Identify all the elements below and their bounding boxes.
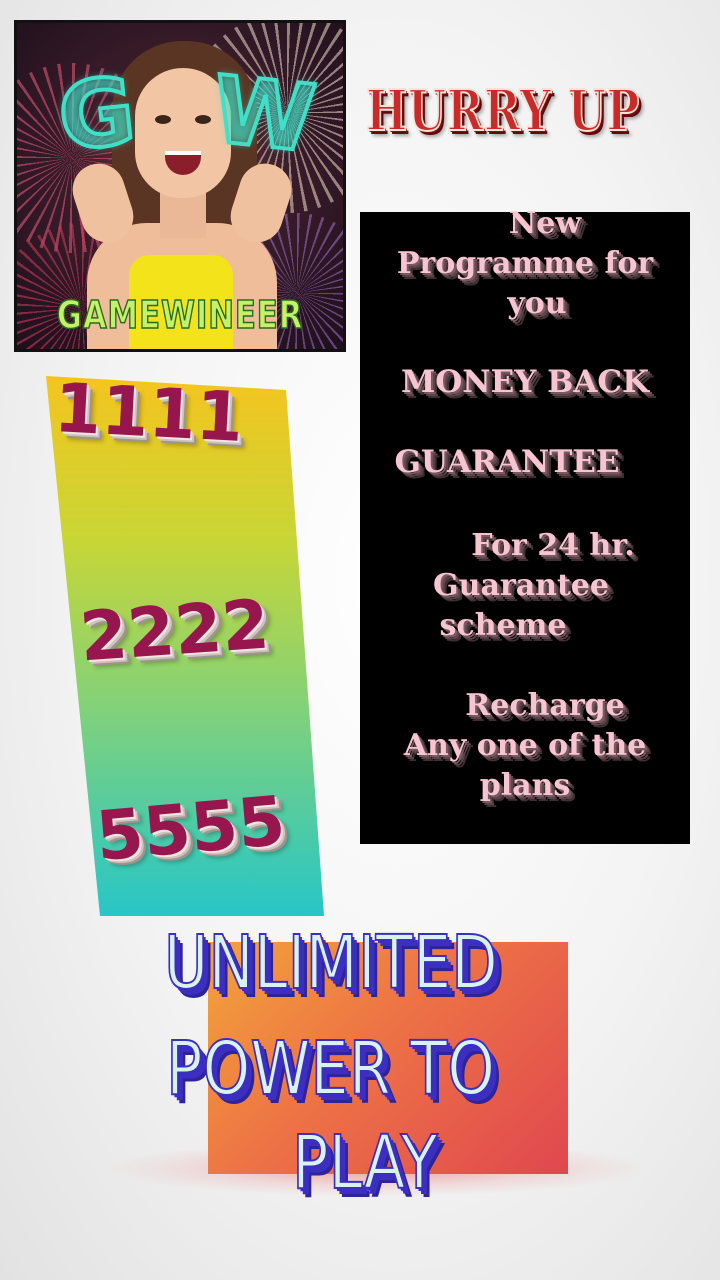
logo-letter-g: G <box>52 55 142 173</box>
person-eye <box>195 115 211 124</box>
brand-name: GAMEWINEER <box>56 292 304 338</box>
info-line: scheme <box>439 608 567 643</box>
info-line: Guarantee <box>433 568 609 603</box>
plan-number: 1111 <box>52 369 246 458</box>
banner-line: PLAY <box>291 1119 438 1207</box>
banner-line: POWER TO <box>165 1025 496 1113</box>
gamewineer-logo: G W GAMEWINEER <box>14 20 346 352</box>
plan-number: 2222 <box>77 585 272 678</box>
info-line: GUARANTEE <box>394 444 620 480</box>
info-line: plans <box>479 768 571 803</box>
info-line: Recharge <box>465 688 625 723</box>
info-panel: New Programme for you MONEY BACK GUARANT… <box>360 206 690 844</box>
logo-letter-w: W <box>206 54 322 175</box>
info-line: New <box>508 206 582 241</box>
person-eye <box>155 115 171 124</box>
info-line: Any one of the <box>403 728 647 763</box>
info-line: you <box>507 286 567 321</box>
info-line: MONEY BACK <box>400 364 650 400</box>
banner-line: UNLIMITED <box>163 919 499 1007</box>
info-line: Programme for <box>396 246 654 281</box>
info-line: For 24 hr. <box>471 528 635 563</box>
hurry-up-headline: HURRY UP <box>365 77 641 145</box>
plan-number: 5555 <box>92 781 289 878</box>
